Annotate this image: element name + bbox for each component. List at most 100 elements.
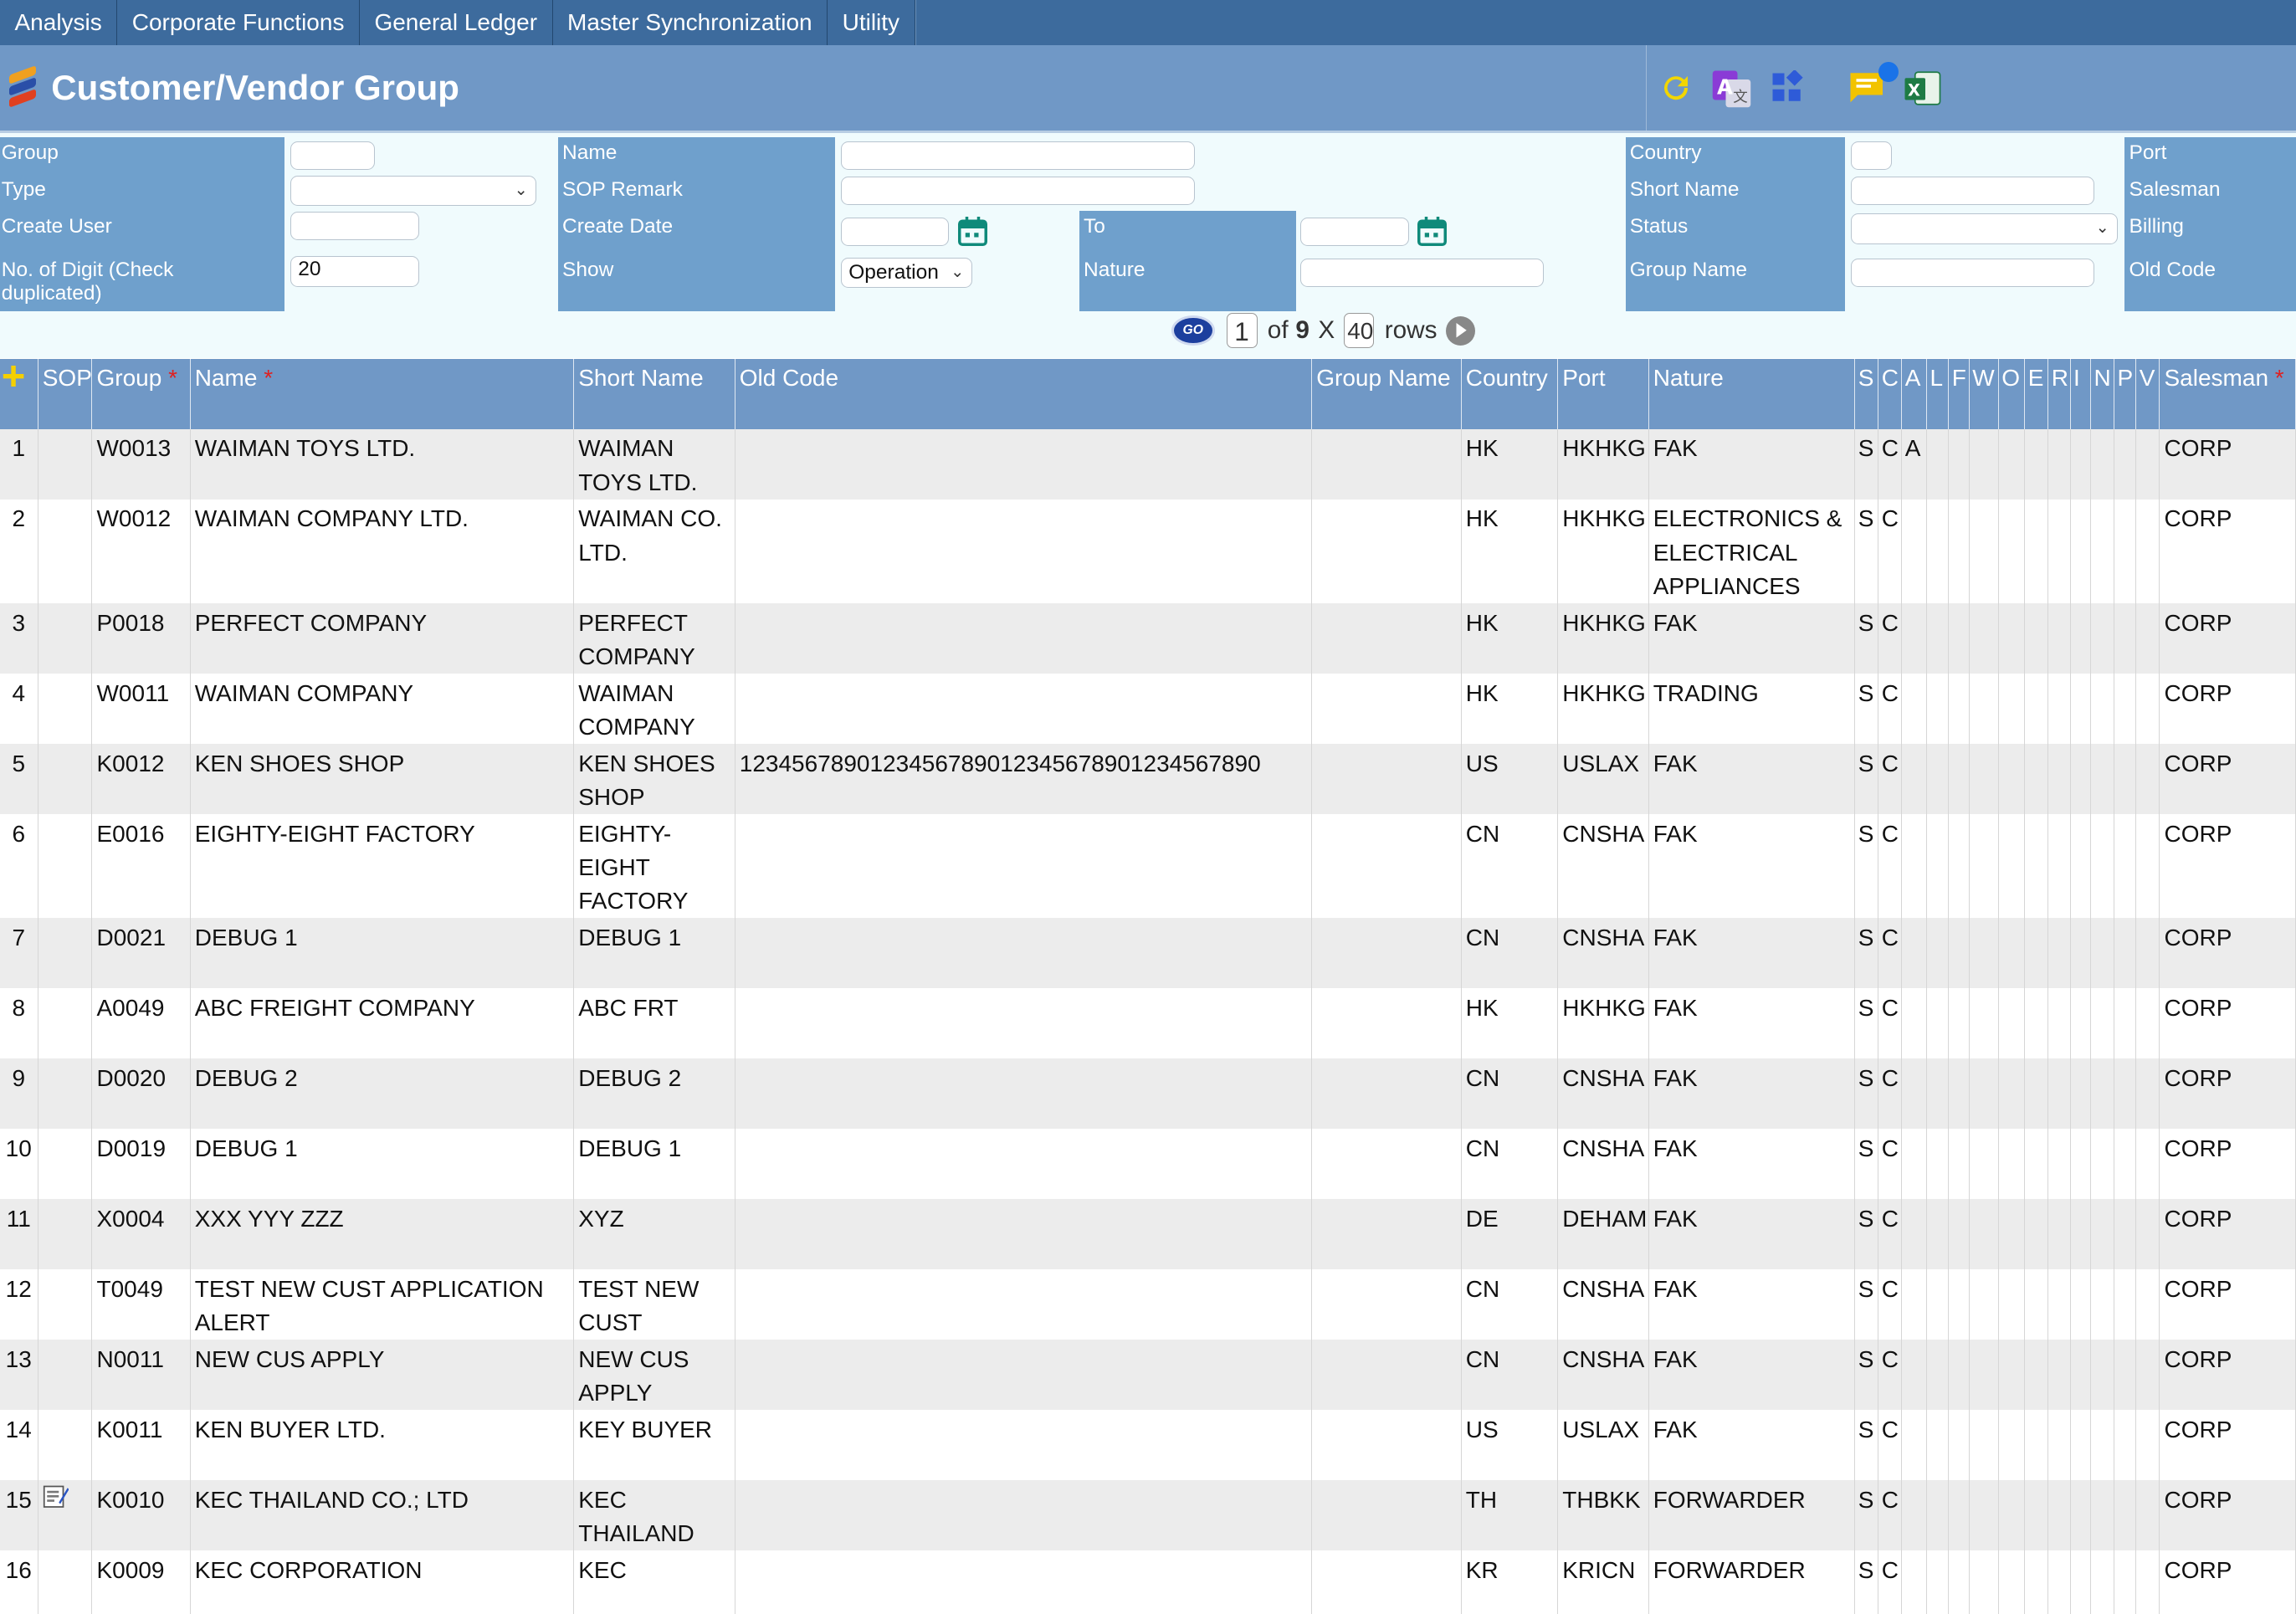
gname-cell[interactable] <box>1312 988 1462 1059</box>
menu-corporate-functions[interactable]: Corporate Functions <box>117 0 360 46</box>
flag-cell[interactable] <box>2048 1058 2071 1130</box>
short-cell[interactable]: ABC FRT <box>574 988 735 1059</box>
column-header[interactable]: C <box>1878 358 1903 429</box>
a-cell[interactable] <box>1902 674 1927 744</box>
name-cell[interactable]: EIGHTY-EIGHT FACTORY <box>191 814 574 919</box>
excel-icon[interactable]: X <box>1902 68 1943 109</box>
gname-cell[interactable] <box>1312 1480 1462 1551</box>
flag-cell[interactable] <box>2136 1410 2160 1481</box>
gname-cell[interactable] <box>1312 1199 1462 1270</box>
port-cell[interactable]: HKHKG <box>1558 499 1649 603</box>
gname-cell[interactable] <box>1312 499 1462 603</box>
flag-cell[interactable] <box>1999 603 2026 674</box>
flag-cell[interactable] <box>2025 918 2049 989</box>
country-cell[interactable]: CN <box>1462 814 1558 919</box>
column-header[interactable]: Port <box>1558 358 1649 429</box>
table-row[interactable]: 12 T0049 TEST NEW CUST APPLICATION ALERT TE… <box>0 1269 2296 1340</box>
flag-cell[interactable] <box>2136 1269 2160 1340</box>
flag-cell[interactable] <box>2136 428 2160 500</box>
flag-cell[interactable] <box>2114 1129 2137 1200</box>
flag-cell[interactable] <box>2091 428 2114 500</box>
short-cell[interactable]: NEW CUS APPLY <box>574 1340 735 1411</box>
nature-cell[interactable]: TRADING <box>1649 674 1856 744</box>
name-cell[interactable]: KEC THAILAND CO.; LTD <box>191 1480 574 1551</box>
gname-cell[interactable] <box>1312 428 1462 500</box>
group-cell[interactable]: P0018 <box>92 603 191 674</box>
flag-cell[interactable] <box>1949 428 1970 500</box>
c-cell[interactable]: C <box>1878 1480 1903 1551</box>
flag-cell[interactable] <box>2048 744 2071 814</box>
table-row[interactable]: 8 A0049 ABC FREIGHT COMPANY ABC FRT HK HKHKG F… <box>0 988 2296 1059</box>
flag-cell[interactable] <box>2136 1129 2160 1200</box>
flag-cell[interactable] <box>2048 1340 2071 1411</box>
old-cell[interactable] <box>735 428 1312 500</box>
gname-cell[interactable] <box>1312 1410 1462 1481</box>
column-header[interactable]: Country <box>1462 358 1558 429</box>
flag-cell[interactable] <box>2114 1480 2137 1551</box>
flag-cell[interactable] <box>2048 603 2071 674</box>
short-cell[interactable]: WAIMAN COMPANY <box>574 674 735 744</box>
salesman-cell[interactable]: CORP <box>2160 1410 2296 1481</box>
flag-cell[interactable] <box>2071 1480 2091 1551</box>
country-cell[interactable]: DE <box>1462 1199 1558 1270</box>
name-cell[interactable]: WAIMAN TOYS LTD. <box>191 428 574 500</box>
flag-cell[interactable] <box>2091 918 2114 989</box>
nature-cell[interactable]: FAK <box>1649 744 1856 814</box>
column-header[interactable]: A <box>1902 358 1927 429</box>
short-cell[interactable]: EIGHTY-EIGHT FACTORY <box>574 814 735 919</box>
s-cell[interactable]: S <box>1855 603 1879 674</box>
salesman-cell[interactable]: CORP <box>2160 1058 2296 1130</box>
flag-cell[interactable] <box>1949 674 1970 744</box>
flag-cell[interactable] <box>1949 1480 1970 1551</box>
column-header[interactable]: O <box>1999 358 2026 429</box>
flag-cell[interactable] <box>2025 674 2049 744</box>
nature-cell[interactable]: FAK <box>1649 1269 1856 1340</box>
sop-cell[interactable] <box>38 1480 93 1551</box>
short-cell[interactable]: WAIMAN CO. LTD. <box>574 499 735 603</box>
nature-cell[interactable]: FORWARDER <box>1649 1550 1856 1614</box>
salesman-cell[interactable]: CORP <box>2160 1550 2296 1614</box>
group-cell[interactable]: K0011 <box>92 1410 191 1481</box>
flag-cell[interactable] <box>2025 814 2049 919</box>
group-cell[interactable]: W0011 <box>92 674 191 744</box>
flag-cell[interactable] <box>2025 1199 2049 1270</box>
nature-cell[interactable]: FAK <box>1649 1410 1856 1481</box>
c-cell[interactable]: C <box>1878 1340 1903 1411</box>
name-cell[interactable]: DEBUG 1 <box>191 1129 574 1200</box>
salesman-cell[interactable]: CORP <box>2160 988 2296 1059</box>
short-cell[interactable]: DEBUG 2 <box>574 1058 735 1130</box>
flag-cell[interactable] <box>2025 1058 2049 1130</box>
flag-cell[interactable] <box>1927 1058 1950 1130</box>
c-cell[interactable]: C <box>1878 814 1903 919</box>
flag-cell[interactable] <box>2025 1129 2049 1200</box>
flag-cell[interactable] <box>2048 1550 2071 1614</box>
sop-cell[interactable] <box>38 814 93 919</box>
s-cell[interactable]: S <box>1855 1199 1879 1270</box>
flag-cell[interactable] <box>1927 988 1950 1059</box>
a-cell[interactable] <box>1902 1340 1927 1411</box>
gname-cell[interactable] <box>1312 603 1462 674</box>
flag-cell[interactable] <box>1970 1550 1999 1614</box>
s-cell[interactable]: S <box>1855 428 1879 500</box>
flag-cell[interactable] <box>2136 1199 2160 1270</box>
table-row[interactable]: 3 P0018 PERFECT COMPANY PERFECT COMPANY HK HK… <box>0 603 2296 674</box>
create-date-from-input[interactable] <box>840 218 949 246</box>
sop-cell[interactable] <box>38 674 93 744</box>
flag-cell[interactable] <box>2071 499 2091 603</box>
s-cell[interactable]: S <box>1855 1410 1879 1481</box>
salesman-cell[interactable]: CORP <box>2160 744 2296 814</box>
country-cell[interactable]: HK <box>1462 988 1558 1059</box>
old-cell[interactable] <box>735 814 1312 919</box>
calendar-icon[interactable] <box>1417 216 1447 246</box>
short-cell[interactable]: KEY BUYER <box>574 1410 735 1481</box>
flag-cell[interactable] <box>2025 1550 2049 1614</box>
menu-analysis[interactable]: Analysis <box>0 0 118 46</box>
flag-cell[interactable] <box>1970 1199 1999 1270</box>
add-row-button[interactable]: + <box>0 358 38 429</box>
flag-cell[interactable] <box>2025 428 2049 500</box>
flag-cell[interactable] <box>1927 918 1950 989</box>
port-cell[interactable]: CNSHA <box>1558 1058 1649 1130</box>
group-cell[interactable]: K0010 <box>92 1480 191 1551</box>
flag-cell[interactable] <box>1949 1410 1970 1481</box>
flag-cell[interactable] <box>1999 1550 2026 1614</box>
